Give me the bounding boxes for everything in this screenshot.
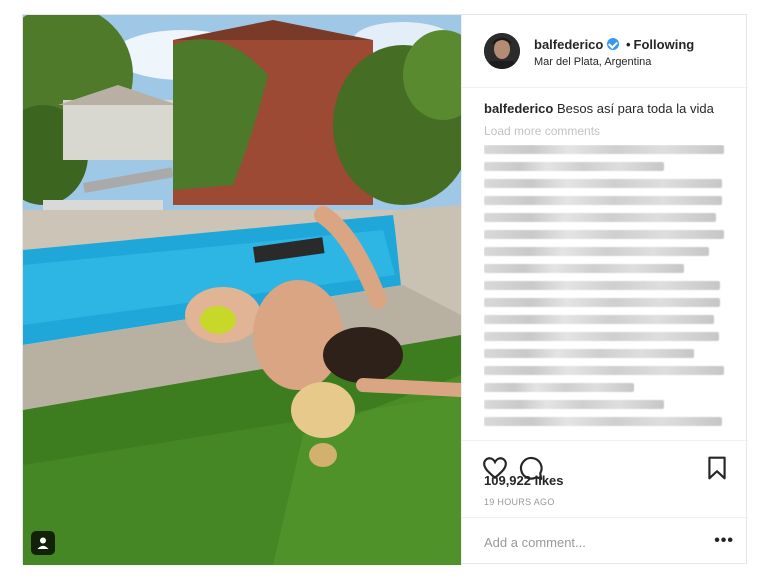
- post-header: balfederico • Following Mar del Plata, Ar…: [462, 15, 748, 88]
- blurred-comment-line: [484, 213, 716, 222]
- blurred-comment-line: [484, 162, 664, 171]
- blurred-comment-line: [484, 247, 709, 256]
- photo-illustration: [23, 15, 461, 565]
- bookmark-icon[interactable]: [704, 455, 730, 481]
- post-caption: balfederico Besos así para toda la vida: [484, 101, 714, 116]
- blurred-comment-line: [484, 264, 684, 273]
- header-user-line: balfederico • Following: [534, 37, 694, 52]
- blurred-comment-line: [484, 417, 722, 426]
- more-options-icon[interactable]: •••: [714, 532, 734, 550]
- verified-badge-icon: [607, 38, 620, 50]
- blurred-comment-line: [484, 179, 722, 188]
- blurred-comment-line: [484, 196, 722, 205]
- post-sidebar: balfederico • Following Mar del Plata, Ar…: [461, 15, 748, 565]
- post-timestamp: 19 HOURS AGO: [484, 497, 555, 507]
- likes-count[interactable]: 109,922 likes: [484, 473, 564, 488]
- blurred-comment-line: [484, 400, 664, 409]
- blurred-comment-line: [484, 298, 720, 307]
- blurred-comment-line: [484, 281, 720, 290]
- user-tag-icon[interactable]: [31, 531, 55, 555]
- location-link[interactable]: Mar del Plata, Argentina: [534, 56, 651, 68]
- blurred-comment-line: [484, 366, 724, 375]
- blurred-comment-line: [484, 332, 719, 341]
- following-button[interactable]: Following: [634, 37, 695, 52]
- blurred-comment-line: [484, 230, 724, 239]
- separator-dot: •: [625, 37, 631, 52]
- blurred-comment-line: [484, 315, 714, 324]
- blurred-comment-line: [484, 145, 724, 154]
- blurred-comment-line: [484, 383, 634, 392]
- avatar[interactable]: [484, 33, 520, 69]
- caption-username[interactable]: balfederico: [484, 101, 553, 116]
- post-photo[interactable]: [23, 15, 461, 565]
- instagram-post: balfederico • Following Mar del Plata, Ar…: [22, 14, 748, 565]
- add-comment-bar: •••: [462, 517, 748, 566]
- blurred-comment-line: [484, 349, 694, 358]
- comment-input[interactable]: [484, 532, 694, 552]
- load-more-comments-link[interactable]: Load more comments: [484, 124, 600, 138]
- username-link[interactable]: balfederico: [534, 37, 603, 52]
- caption-text: Besos así para toda la vida: [556, 101, 714, 116]
- blurred-comments: [484, 145, 729, 435]
